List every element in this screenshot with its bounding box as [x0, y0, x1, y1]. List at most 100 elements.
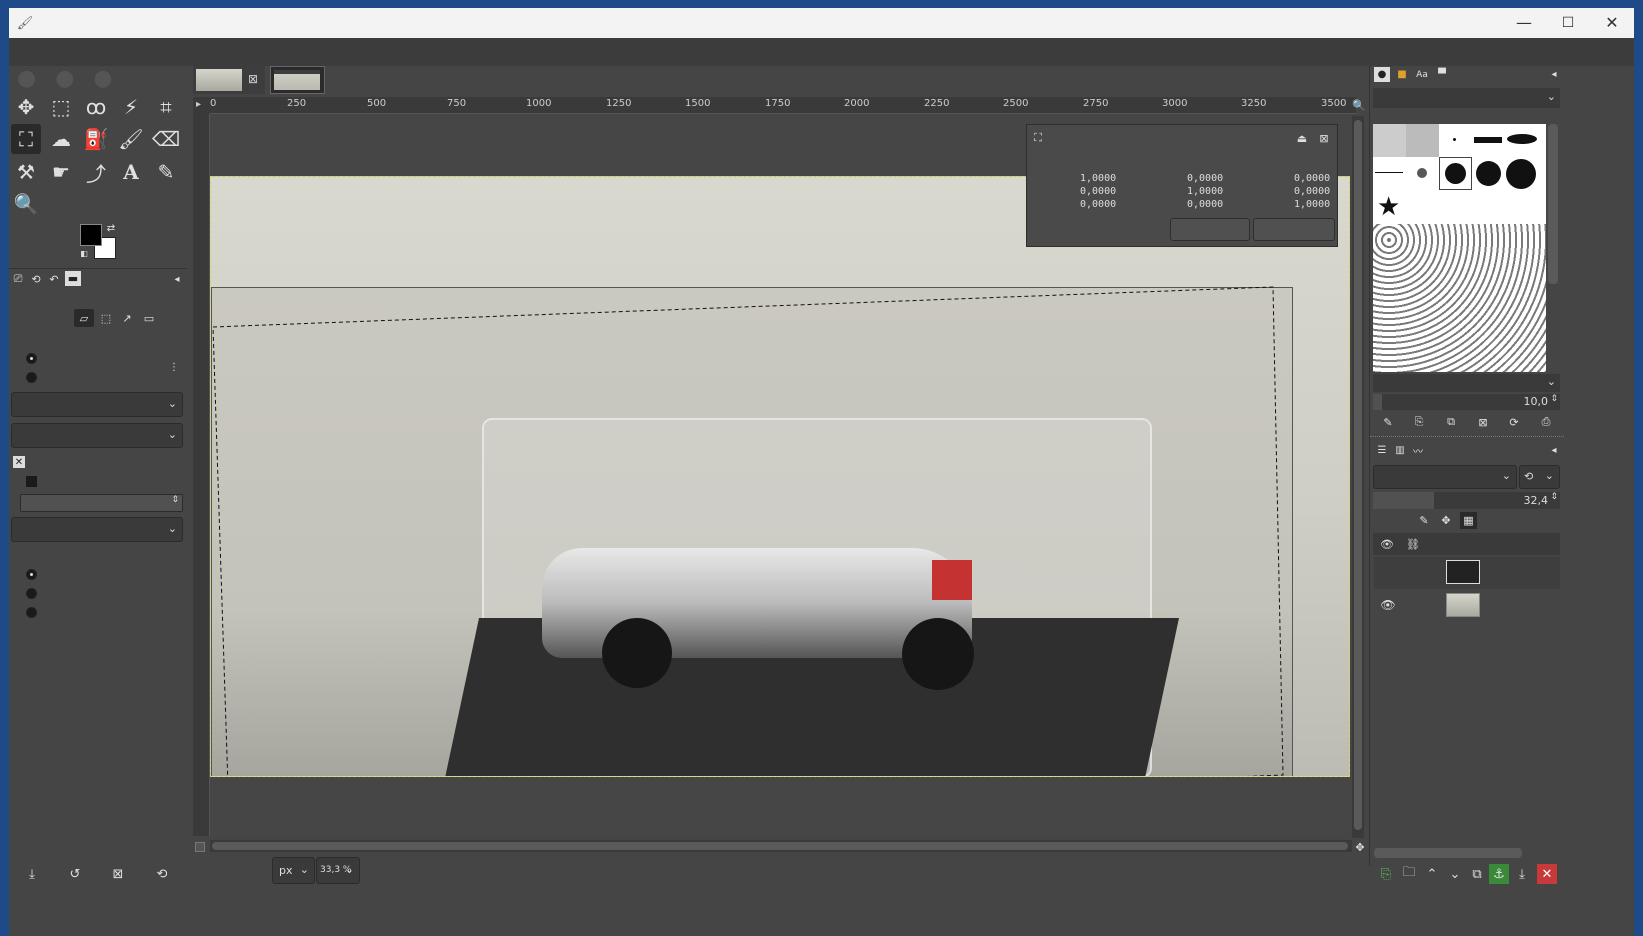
menu-ferramentas[interactable] [111, 42, 122, 48]
new-brush-icon[interactable]: ⎘ [1412, 415, 1426, 429]
close-dialog-icon[interactable]: ⊠ [1317, 131, 1331, 145]
undo-history-tab-icon[interactable]: ↶ [47, 272, 61, 286]
crop-tool-icon[interactable]: ⌗ [151, 92, 181, 122]
delete-brush-icon[interactable]: ⊠ [1476, 415, 1490, 429]
brush-thumbnail[interactable] [1373, 124, 1406, 157]
refresh-brushes-icon[interactable]: ⟳ [1507, 415, 1521, 429]
direction-corrective-radio[interactable] [26, 372, 37, 383]
spinner-icon[interactable]: ⇕ [171, 495, 179, 505]
unit-combo[interactable]: px ⌄ [272, 857, 315, 884]
star-brush-icon[interactable]: ★ [1377, 192, 1400, 222]
reset-button[interactable] [1170, 218, 1250, 241]
move-tool-icon[interactable]: ✥ [11, 92, 41, 122]
rect-select-tool-icon[interactable]: ⬚ [46, 92, 76, 122]
smudge-tool-icon[interactable]: ☛ [46, 157, 76, 187]
menu-selecionar[interactable] [38, 42, 49, 48]
clone-tool-icon[interactable]: ⚒ [11, 157, 41, 187]
duplicate-brush-icon[interactable]: ⧉ [1444, 415, 1458, 429]
brush-grid-scrollbar[interactable] [1548, 124, 1558, 284]
vertical-scrollbar-thumb[interactable] [1354, 120, 1362, 830]
horizontal-scrollbar[interactable] [210, 840, 1352, 852]
image-tab-1[interactable]: ⊠ [193, 66, 265, 94]
image-opacity-slider[interactable]: ⇕ [20, 494, 183, 512]
mode-move-radio[interactable] [26, 588, 37, 599]
warp-tool-icon[interactable]: ☁ [46, 124, 76, 154]
maximize-button[interactable]: ☐ [1546, 8, 1590, 38]
navigate-icon[interactable]: ✥ [1353, 840, 1367, 854]
channels-tab-icon[interactable]: ▥ [1392, 443, 1408, 458]
eject-icon[interactable]: ⏏ [1295, 131, 1309, 145]
brush-tag-combo[interactable]: ⌄ [1373, 374, 1560, 392]
lock-alpha-icon[interactable]: ▦ [1460, 512, 1477, 529]
reset-options-icon[interactable]: ⟲ [152, 864, 172, 884]
clipping-combo[interactable]: ⌄ [11, 423, 183, 448]
restore-options-icon[interactable]: ↺ [65, 864, 85, 884]
fonts-tab-icon[interactable]: Aa [1414, 67, 1430, 82]
layer-row-floating[interactable] [1374, 557, 1560, 589]
open-brush-as-image-icon[interactable]: ⎙ [1539, 415, 1553, 429]
brush-filter-input[interactable]: ⌄ [1373, 88, 1560, 108]
delete-layer-icon[interactable]: ✕ [1537, 864, 1557, 884]
duplicate-layer-icon[interactable]: ⧉ [1467, 864, 1487, 884]
delete-options-icon[interactable]: ⊠ [108, 864, 128, 884]
lower-layer-icon[interactable]: ⌄ [1445, 864, 1465, 884]
dock-separator[interactable] [1370, 436, 1564, 438]
image-canvas[interactable] [210, 176, 1350, 777]
swap-colors-icon[interactable]: ⇄ [105, 222, 117, 234]
new-layer-icon[interactable]: ⎘ [1376, 864, 1396, 884]
new-layer-group-icon[interactable]: 🗀 [1399, 864, 1419, 884]
configure-tab-icon[interactable]: ◂ [1548, 68, 1560, 80]
horizontal-scrollbar-thumb[interactable] [212, 842, 1348, 850]
menu-janelas[interactable] [140, 42, 151, 48]
brush-grid[interactable]: ★ [1373, 124, 1546, 372]
default-colors-icon[interactable]: ◧ [79, 248, 89, 258]
transform-image-icon[interactable]: ▭ [140, 309, 158, 327]
merge-layer-icon[interactable]: ⤓ [1512, 864, 1532, 884]
color-picker-tool-icon[interactable]: ✎ [151, 157, 181, 187]
spinner-icon[interactable]: ⇕ [1550, 492, 1558, 502]
menu-ver[interactable] [53, 42, 64, 48]
brushes-tab-icon[interactable]: ● [1374, 67, 1390, 82]
brush-thumbnail[interactable] [1476, 161, 1501, 186]
brush-thumbnail[interactable] [1375, 172, 1403, 173]
quick-mask-toggle[interactable] [195, 842, 205, 852]
transform-selection-icon[interactable]: ⬚ [97, 309, 115, 327]
path-tool-icon[interactable]: ⤴ [81, 157, 111, 187]
raise-layer-icon[interactable]: ⌃ [1422, 864, 1442, 884]
transform-path-icon[interactable]: ↗ [118, 309, 136, 327]
close-button[interactable]: ✕ [1590, 8, 1634, 38]
brush-thumbnail[interactable] [1406, 124, 1439, 157]
paths-tab-icon[interactable]: 〰 [1410, 443, 1426, 458]
menu-imagem[interactable] [67, 42, 78, 48]
menu-cores[interactable] [96, 42, 107, 48]
zoom-on-resize-icon[interactable]: 🔍 [1352, 98, 1366, 112]
brush-thumbnail[interactable] [1506, 159, 1536, 189]
brush-thumbnail[interactable] [1507, 134, 1537, 144]
brush-thumbnail[interactable] [1474, 137, 1502, 143]
bucket-fill-tool-icon[interactable]: ⛽ [81, 124, 111, 154]
brush-thumbnail[interactable] [1417, 168, 1427, 178]
spacing-slider[interactable]: 10,0 ⇕ [1373, 394, 1560, 410]
eraser-tool-icon[interactable]: ⌫ [151, 124, 181, 154]
image-tab-2[interactable] [270, 66, 325, 94]
menu-editar[interactable] [24, 42, 35, 48]
lock-position-icon[interactable]: ✥ [1438, 512, 1454, 528]
combined-preview-checkbox[interactable] [26, 476, 37, 487]
text-tool-icon[interactable]: A [116, 157, 146, 187]
fuzzy-select-tool-icon[interactable]: ⚡ [116, 92, 146, 122]
menu-camada[interactable] [82, 42, 93, 48]
foreground-color-swatch[interactable] [80, 224, 102, 246]
lock-pixels-icon[interactable]: ✎ [1416, 512, 1432, 528]
composite-mode-combo[interactable]: ⟲ ⌄ [1519, 465, 1560, 489]
handle-transform-tool-icon[interactable]: ⛶ [11, 124, 41, 154]
ruler-corner[interactable]: ▸ [193, 97, 210, 114]
layer-row-image[interactable]: 👁 [1374, 590, 1560, 622]
show-preview-checkbox[interactable]: ✕ [13, 456, 25, 468]
free-select-tool-icon[interactable]: ꝏ [81, 92, 111, 122]
images-tab-icon[interactable]: ▬ [65, 271, 81, 286]
guides-combo[interactable]: ⌄ [11, 517, 183, 542]
documents-tab-icon[interactable]: ▀ [1434, 67, 1450, 82]
layer-mode-combo[interactable]: ⌄ [1373, 465, 1517, 489]
mode-remove-radio[interactable] [26, 607, 37, 618]
paintbrush-tool-icon[interactable]: 🖌 [116, 124, 146, 154]
